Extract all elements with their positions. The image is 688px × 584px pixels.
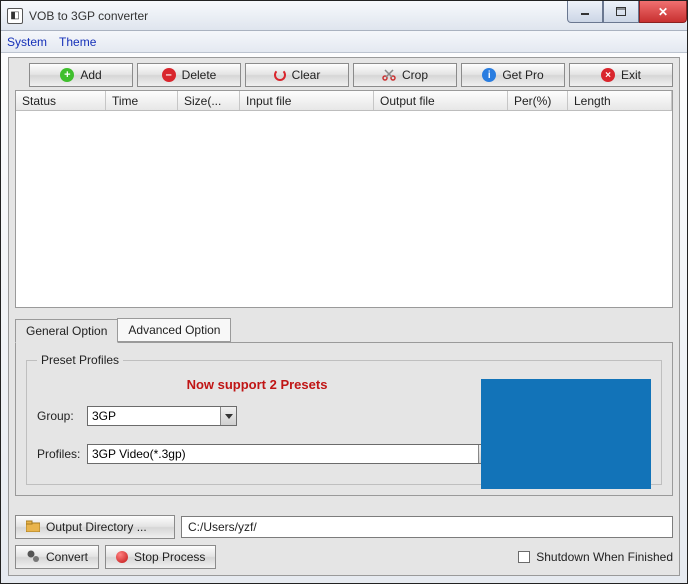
menu-theme[interactable]: Theme xyxy=(59,35,96,49)
profiles-value: 3GP Video(*.3gp) xyxy=(92,447,186,461)
shutdown-checkbox[interactable] xyxy=(518,551,530,563)
window-controls: ✕ xyxy=(567,1,687,23)
output-dir-label: Output Directory ... xyxy=(46,520,147,534)
app-icon: ◧ xyxy=(7,8,23,24)
clear-icon xyxy=(274,69,286,81)
crop-button[interactable]: Crop xyxy=(353,63,457,87)
toolbar: + Add – Delete Clear Crop i Get Pro xyxy=(9,58,679,90)
table-header: Status Time Size(... Input file Output f… xyxy=(16,91,672,111)
getpro-button[interactable]: i Get Pro xyxy=(461,63,565,87)
shutdown-label: Shutdown When Finished xyxy=(536,550,673,564)
delete-label: Delete xyxy=(182,68,217,82)
col-output[interactable]: Output file xyxy=(374,91,508,110)
col-per[interactable]: Per(%) xyxy=(508,91,568,110)
group-label: Group: xyxy=(37,409,87,423)
folder-icon xyxy=(26,520,40,535)
profiles-label: Profiles: xyxy=(37,447,87,461)
titlebar[interactable]: ◧ VOB to 3GP converter ✕ xyxy=(1,1,687,31)
stop-button[interactable]: Stop Process xyxy=(105,545,216,569)
gears-icon xyxy=(26,549,40,566)
output-directory-button[interactable]: Output Directory ... xyxy=(15,515,175,539)
preset-message: Now support 2 Presets xyxy=(37,377,477,392)
col-status[interactable]: Status xyxy=(16,91,106,110)
crop-label: Crop xyxy=(402,68,428,82)
col-length[interactable]: Length xyxy=(568,91,672,110)
col-size[interactable]: Size(... xyxy=(178,91,240,110)
profiles-select[interactable]: 3GP Video(*.3gp) xyxy=(87,444,495,464)
window-title: VOB to 3GP converter xyxy=(29,9,148,23)
app-window: ◧ VOB to 3GP converter ✕ System Theme + … xyxy=(0,0,688,584)
exit-label: Exit xyxy=(621,68,641,82)
col-input[interactable]: Input file xyxy=(240,91,374,110)
scissors-icon xyxy=(382,68,396,82)
shutdown-option[interactable]: Shutdown When Finished xyxy=(518,550,673,564)
maximize-button[interactable] xyxy=(603,1,639,23)
group-select[interactable]: 3GP xyxy=(87,406,237,426)
output-path-value: C:/Users/yzf/ xyxy=(188,520,257,534)
delete-button[interactable]: – Delete xyxy=(137,63,241,87)
add-button[interactable]: + Add xyxy=(29,63,133,87)
preset-legend: Preset Profiles xyxy=(37,353,123,367)
tab-general[interactable]: General Option xyxy=(15,319,118,343)
minimize-button[interactable] xyxy=(567,1,603,23)
convert-button[interactable]: Convert xyxy=(15,545,99,569)
info-icon: i xyxy=(482,68,496,82)
x-icon: × xyxy=(601,68,615,82)
stop-icon xyxy=(116,551,128,563)
close-button[interactable]: ✕ xyxy=(639,1,687,23)
convert-label: Convert xyxy=(46,550,88,564)
chevron-down-icon xyxy=(220,407,236,425)
menu-system[interactable]: System xyxy=(7,35,47,49)
stop-label: Stop Process xyxy=(134,550,205,564)
tab-advanced[interactable]: Advanced Option xyxy=(117,318,231,342)
exit-button[interactable]: × Exit xyxy=(569,63,673,87)
file-table[interactable]: Status Time Size(... Input file Output f… xyxy=(15,90,673,308)
add-label: Add xyxy=(80,68,101,82)
plus-icon: + xyxy=(60,68,74,82)
preset-profiles-fieldset: Preset Profiles Now support 2 Presets Gr… xyxy=(26,353,662,485)
group-value: 3GP xyxy=(92,409,116,423)
col-time[interactable]: Time xyxy=(106,91,178,110)
minus-icon: – xyxy=(162,68,176,82)
general-panel: Preset Profiles Now support 2 Presets Gr… xyxy=(15,342,673,496)
output-path-input[interactable]: C:/Users/yzf/ xyxy=(181,516,673,538)
options-tabs: General Option Advanced Option Preset Pr… xyxy=(15,318,673,496)
content-area: + Add – Delete Clear Crop i Get Pro xyxy=(8,57,680,576)
bottom-bar: Output Directory ... C:/Users/yzf/ Conve… xyxy=(15,509,673,569)
preview-box xyxy=(481,379,651,489)
clear-label: Clear xyxy=(292,68,321,82)
clear-button[interactable]: Clear xyxy=(245,63,349,87)
getpro-label: Get Pro xyxy=(502,68,543,82)
menubar: System Theme xyxy=(1,31,687,53)
